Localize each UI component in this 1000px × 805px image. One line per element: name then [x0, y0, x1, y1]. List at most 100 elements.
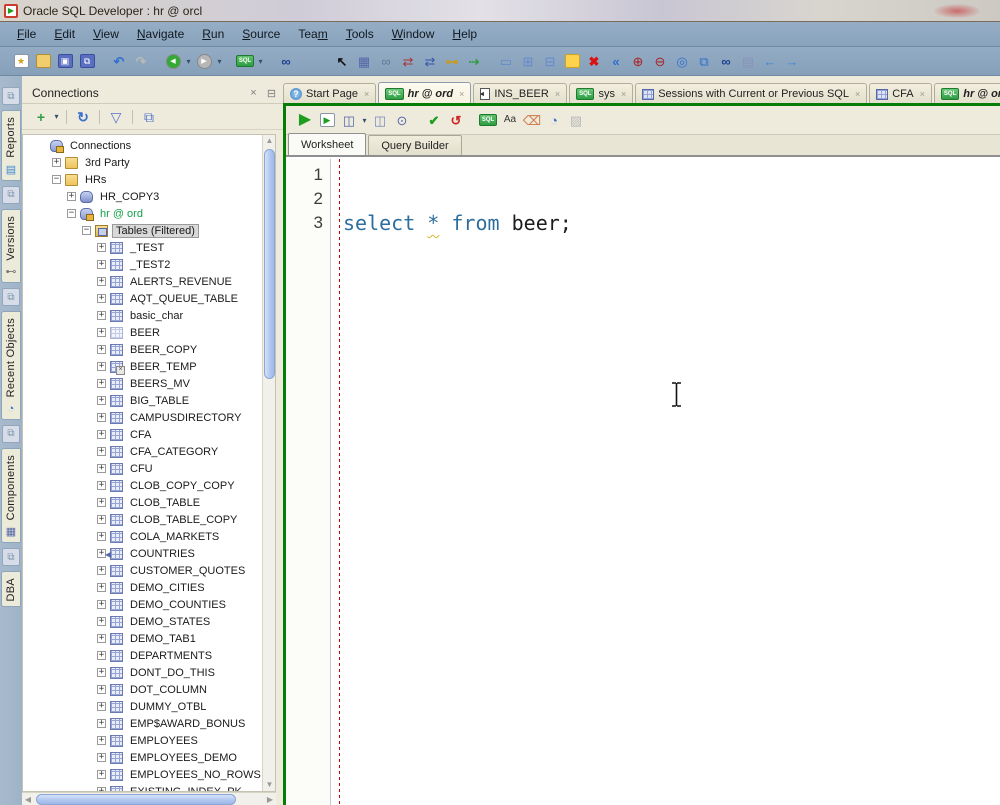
expand-plus-icon[interactable]: + [52, 158, 61, 167]
expand-plus-icon[interactable]: + [97, 345, 106, 354]
expand-plus-icon[interactable]: + [97, 447, 106, 456]
expand-plus-icon[interactable]: + [97, 770, 106, 779]
doc-tab-ins-beer[interactable]: INS_BEER× [473, 83, 567, 104]
explain-plan-dropdown[interactable]: ▾ [360, 116, 369, 125]
forward-icon[interactable]: ▶ [194, 51, 214, 71]
collapse-model-icon[interactable]: ⇄ [420, 51, 440, 71]
add-connection-icon[interactable]: + [31, 107, 51, 127]
undo-icon[interactable]: ↶ [109, 51, 129, 71]
buffer-icon[interactable]: ▤ [738, 51, 758, 71]
tree-node-label[interactable]: BEER_TEMP [127, 361, 200, 373]
expand-plus-icon[interactable]: + [97, 413, 106, 422]
nav-back-icon[interactable]: ← [760, 51, 780, 71]
sidebar-item-components[interactable]: Components▦ [1, 448, 21, 543]
close-tab-icon[interactable]: × [920, 89, 925, 99]
run-script-icon[interactable]: ▶ [317, 110, 337, 130]
tree-row[interactable]: +DEPARTMENTS [23, 647, 262, 664]
tree-row[interactable]: + EMP$AWARD_BONUS [23, 715, 262, 732]
tree-row[interactable]: + CFA_CATEGORY [23, 443, 262, 460]
spectacles-icon[interactable]: ∞ [376, 51, 396, 71]
expand-plus-icon[interactable]: + [97, 600, 106, 609]
tree-row[interactable]: +EMPLOYEES_NO_ROWS [23, 766, 262, 783]
tree-node-label[interactable]: HR_COPY3 [97, 191, 162, 203]
tree-row[interactable]: − Tables (Filtered) [23, 222, 262, 239]
redo-icon[interactable]: ↷ [131, 51, 151, 71]
new-file-icon[interactable]: ★ [11, 51, 31, 71]
expand-plus-icon[interactable]: + [97, 515, 106, 524]
tree-node-label[interactable]: BIG_TABLE [127, 395, 192, 407]
tree-node-label[interactable]: basic_char [127, 310, 186, 322]
tree-node-label[interactable]: HRs [82, 174, 109, 186]
expand-plus-icon[interactable]: + [97, 719, 106, 728]
scrollbar-thumb[interactable] [264, 149, 275, 379]
menu-navigate[interactable]: Navigate [128, 24, 193, 44]
close-tab-icon[interactable]: × [621, 89, 626, 99]
rollback-icon[interactable]: ↺ [446, 110, 466, 130]
tree-node-label[interactable]: EMP$AWARD_BONUS [127, 718, 248, 730]
expand-plus-icon[interactable]: + [97, 464, 106, 473]
tree-row[interactable]: +BEERS_MV [23, 375, 262, 392]
doc-tab-start-page[interactable]: ?Start Page× [283, 83, 376, 104]
tree-node-label[interactable]: DEMO_CITIES [127, 582, 208, 594]
expand-plus-icon[interactable]: + [97, 617, 106, 626]
tree-node-label[interactable]: CUSTOMER_QUOTES [127, 565, 248, 577]
tree-node-label[interactable]: COLA_MARKETS [127, 531, 222, 543]
doc-tab-sessions-with-current-or-previous-sql[interactable]: Sessions with Current or Previous SQL× [635, 83, 867, 104]
title-bar[interactable]: ▶ Oracle SQL Developer : hr @ orcl [0, 0, 1000, 22]
expand-plus-icon[interactable]: + [97, 481, 106, 490]
tree-node-label[interactable]: BEER_COPY [127, 344, 200, 356]
tree-vertical-scrollbar[interactable]: ▲ ▼ [262, 135, 275, 791]
expand-plus-icon[interactable]: + [97, 566, 106, 575]
tree-row[interactable]: +DEMO_CITIES [23, 579, 262, 596]
collapse-minus-icon[interactable]: − [82, 226, 91, 235]
sidebar-item-versions[interactable]: Versions⊷ [1, 209, 21, 284]
expand-plus-icon[interactable]: + [97, 430, 106, 439]
expand-plus-icon[interactable]: + [97, 243, 106, 252]
sidebar-item-recent-objects[interactable]: Recent Objects◔ [1, 311, 21, 419]
menu-source[interactable]: Source [233, 24, 289, 44]
expand-plus-icon[interactable]: + [97, 651, 106, 660]
close-tab-icon[interactable]: × [555, 89, 560, 99]
tree-node-label[interactable]: DUMMY_OTBL [127, 701, 209, 713]
close-panel-button[interactable]: × [246, 86, 261, 101]
cascade-windows-icon[interactable]: ⧉ [139, 107, 159, 127]
delete-icon[interactable]: ✖ [584, 51, 604, 71]
panel-handle-icon[interactable]: ⧉ [2, 186, 20, 204]
menu-window[interactable]: Window [383, 24, 444, 44]
tree-row[interactable]: +EMPLOYEES_DEMO [23, 749, 262, 766]
open-folder-icon[interactable] [33, 51, 53, 71]
close-tab-icon[interactable]: × [855, 89, 860, 99]
tree-row[interactable]: +3rd Party [23, 154, 262, 171]
menu-file[interactable]: File [8, 24, 45, 44]
forward-dropdown[interactable]: ▾ [215, 57, 224, 66]
sql-worksheet-dropdown[interactable]: ▾ [256, 57, 265, 66]
back-dropdown[interactable]: ▾ [184, 57, 193, 66]
doc-tab-hr-ord[interactable]: SQLhr @ ord× [378, 82, 471, 104]
key-icon[interactable]: ⊶ [442, 51, 462, 71]
expand-plus-icon[interactable]: + [97, 362, 106, 371]
tree-row[interactable]: −HRs [23, 171, 262, 188]
filter-icon[interactable]: ▽ [106, 107, 126, 127]
collapse-all-icon[interactable]: « [606, 51, 626, 71]
select-cursor-icon[interactable]: ↖ [332, 51, 352, 71]
tab-worksheet[interactable]: Worksheet [288, 133, 366, 155]
tree-row[interactable]: +DONT_DO_THIS [23, 664, 262, 681]
autotrace-icon[interactable]: ◫ [370, 110, 390, 130]
search-binoculars-icon[interactable]: ∞ [276, 51, 296, 71]
menu-help[interactable]: Help [443, 24, 486, 44]
tree-row[interactable]: +DOT_COLUMN [23, 681, 262, 698]
zoom-in-icon[interactable]: ⊕ [628, 51, 648, 71]
expand-plus-icon[interactable]: + [97, 787, 106, 791]
tree-row[interactable]: + CUSTOMER_QUOTES [23, 562, 262, 579]
menu-tools[interactable]: Tools [337, 24, 383, 44]
tree-node-label[interactable]: Tables (Filtered) [112, 224, 199, 238]
menu-team[interactable]: Team [289, 24, 336, 44]
disabled-tool-icon[interactable]: ▨ [566, 110, 586, 130]
tree-row[interactable]: +CFA [23, 426, 262, 443]
tree-node-label[interactable]: EMPLOYEES [127, 735, 201, 747]
commit-icon[interactable]: ✔ [424, 110, 444, 130]
sql-history-icon[interactable]: ◔ [544, 110, 564, 130]
tree-node-label[interactable]: CFA_CATEGORY [127, 446, 221, 458]
clear-icon[interactable]: ⌫ [522, 110, 542, 130]
tree-row[interactable]: +AQT_QUEUE_TABLE [23, 290, 262, 307]
